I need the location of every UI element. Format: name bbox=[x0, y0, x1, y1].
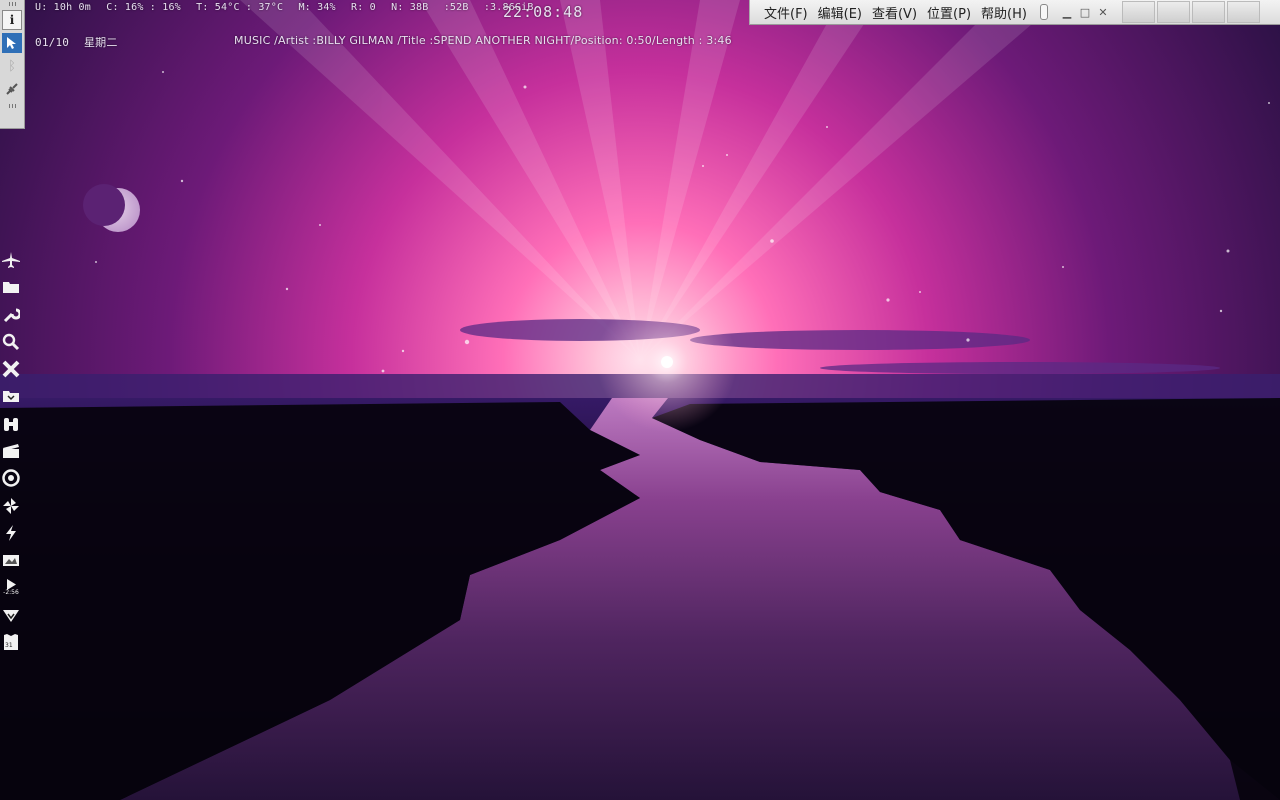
menu-location[interactable]: 位置(P) bbox=[922, 3, 976, 22]
wallpaper-sunset-river bbox=[0, 0, 1280, 800]
weekday-text: 星期二 bbox=[83, 36, 118, 49]
cpu-stat: C: 16% : 16% bbox=[106, 2, 181, 13]
conky-music-info: MUSIC /Artist :BILLY GILMAN /Title :SPEN… bbox=[234, 34, 732, 47]
menu-view[interactable]: 查看(V) bbox=[867, 3, 922, 22]
processes-stat: R: 0 bbox=[351, 2, 376, 13]
binoculars-icon[interactable] bbox=[0, 413, 22, 435]
conky-stats-line: U: 10h 0m C: 16% : 16% T: 54°C : 37°C M:… bbox=[35, 2, 543, 13]
conky-date-line: 01/10 星期二 bbox=[35, 34, 126, 50]
search-icon[interactable] bbox=[0, 331, 22, 353]
clapper-icon[interactable] bbox=[0, 440, 22, 462]
desktop: U: 10h 0m C: 16% : 16% T: 54°C : 37°C M:… bbox=[0, 0, 1280, 800]
date-text: 01/10 bbox=[35, 36, 70, 49]
photo-icon[interactable] bbox=[0, 549, 22, 571]
media-player-icon[interactable]: -2:56 bbox=[0, 577, 22, 599]
menu-help[interactable]: 帮助(H) bbox=[976, 3, 1032, 22]
panel-handle[interactable] bbox=[1039, 4, 1048, 20]
bluetooth-icon[interactable]: ᛒ bbox=[2, 56, 22, 76]
calendar-day-label: 31 bbox=[5, 642, 13, 650]
app-launcher-dock: -2:56 31 bbox=[0, 249, 24, 658]
close-button[interactable]: ✕ bbox=[1094, 3, 1112, 21]
calendar-icon[interactable]: 31 bbox=[0, 631, 22, 653]
conky-clock: 22:08:48 bbox=[503, 3, 584, 21]
menu-edit[interactable]: 编辑(E) bbox=[813, 3, 867, 22]
cursor-icon[interactable] bbox=[2, 33, 22, 53]
maximize-button[interactable]: □ bbox=[1076, 3, 1094, 21]
download-icon[interactable] bbox=[0, 604, 22, 626]
task-slot[interactable] bbox=[1156, 1, 1190, 23]
airplane-icon[interactable] bbox=[0, 249, 22, 271]
lightning-icon[interactable] bbox=[0, 522, 22, 544]
minimize-button[interactable]: ▁ bbox=[1058, 3, 1076, 21]
info-icon[interactable]: i bbox=[2, 10, 22, 30]
task-slot[interactable] bbox=[1226, 1, 1260, 23]
menu-file[interactable]: 文件(F) bbox=[750, 3, 813, 22]
memory-stat: M: 34% bbox=[298, 2, 336, 13]
chrome-icon[interactable] bbox=[0, 467, 22, 489]
file-manager-icon[interactable] bbox=[0, 385, 22, 407]
network-down-stat: N: 38B bbox=[391, 2, 429, 13]
temperature-stat: T: 54°C : 37°C bbox=[196, 2, 284, 13]
wrench-icon[interactable] bbox=[0, 304, 22, 326]
task-slot[interactable] bbox=[1121, 1, 1155, 23]
system-tray-panel: i ᛒ bbox=[0, 0, 25, 129]
window-menubar: 文件(F) 编辑(E) 查看(V) 位置(P) 帮助(H) ▁ □ ✕ bbox=[749, 0, 1280, 25]
tray-grip-handle[interactable] bbox=[0, 0, 24, 8]
pinwheel-icon[interactable] bbox=[0, 495, 22, 517]
network-plug-icon[interactable] bbox=[2, 79, 22, 99]
tray-grip-handle-bottom[interactable] bbox=[0, 102, 24, 110]
task-slot[interactable] bbox=[1191, 1, 1225, 23]
media-time-label: -2:56 bbox=[3, 589, 19, 597]
x-tool-icon[interactable] bbox=[0, 358, 22, 380]
uptime-stat: U: 10h 0m bbox=[35, 2, 91, 13]
folder-icon[interactable] bbox=[0, 276, 22, 298]
network-up-stat: :52B bbox=[443, 2, 469, 13]
